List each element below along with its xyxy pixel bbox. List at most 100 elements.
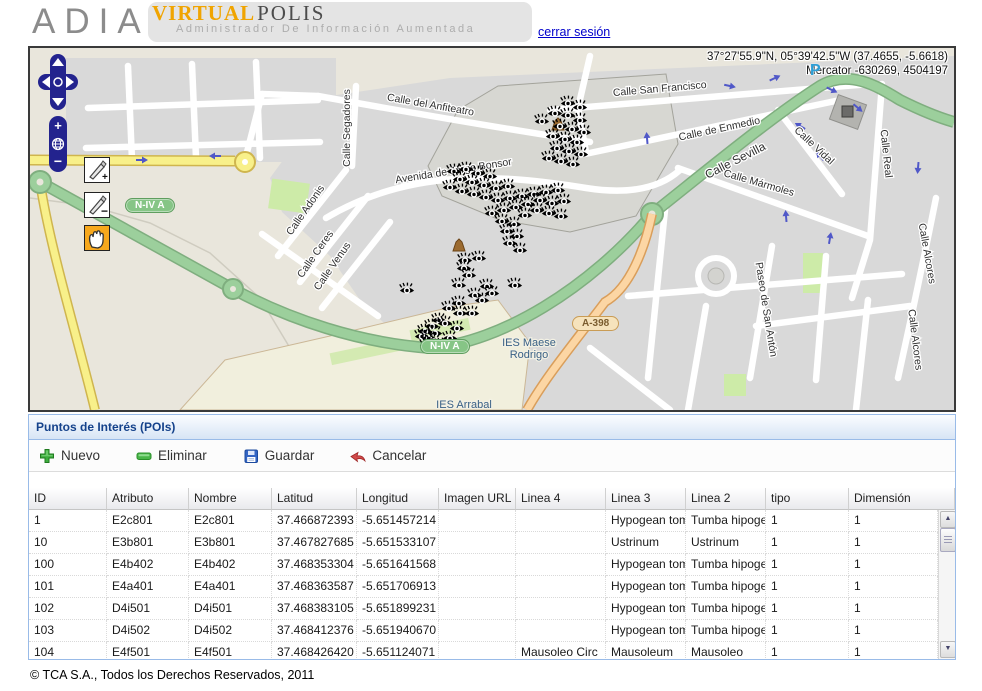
route-badge-niva: N-IV A: [125, 198, 175, 213]
draw-add-tool-button[interactable]: +: [84, 157, 110, 183]
table-cell: 1: [849, 510, 938, 532]
table-row[interactable]: 102D4i501D4i50137.468383105-5.651899231H…: [29, 598, 938, 620]
table-cell: 37.468383105: [272, 598, 357, 620]
table-cell: [516, 554, 606, 576]
table-row[interactable]: 1E2c801E2c80137.466872393-5.651457214Hyp…: [29, 510, 938, 532]
school-label-arrabal: IES Arrabal: [436, 399, 492, 410]
save-button[interactable]: Guardar: [243, 448, 315, 464]
pois-panel: Puntos de Interés (POIs) Nuevo Eliminar: [28, 414, 956, 660]
table-cell: 1: [766, 598, 849, 620]
panel-title: Puntos de Interés (POIs): [29, 415, 955, 440]
column-header-linea-2[interactable]: Linea 2: [686, 488, 766, 510]
table-cell: [516, 598, 606, 620]
cancel-button-label: Cancelar: [372, 448, 426, 463]
logout-link[interactable]: cerrar sesión: [538, 25, 610, 39]
new-button-label: Nuevo: [61, 448, 100, 463]
draw-remove-tool-button[interactable]: −: [84, 192, 110, 218]
zoom-bar[interactable]: + −: [49, 116, 67, 172]
pan-center-icon: [54, 78, 62, 86]
table-row[interactable]: 100E4b402E4b40237.468353304-5.651641568H…: [29, 554, 938, 576]
app-page: ADIA VIRTUALPOLIS Administrador De Infor…: [0, 0, 982, 691]
table-cell: 1: [766, 554, 849, 576]
table-cell: Hypogean tom: [606, 510, 686, 532]
svg-text:−: −: [101, 204, 108, 217]
table-cell: 101: [29, 576, 107, 598]
table-cell: Tumba hipoge: [686, 554, 766, 576]
undo-icon: [350, 448, 366, 464]
remove-icon: [136, 448, 152, 464]
table-cell: 1: [766, 576, 849, 598]
table-row[interactable]: 103D4i502D4i50237.468412376-5.651940670H…: [29, 620, 938, 642]
table-cell: 37.468353304: [272, 554, 357, 576]
column-header-longitud[interactable]: Longitud: [357, 488, 439, 510]
column-header-tipo[interactable]: tipo: [766, 488, 849, 510]
pencil-plus-icon: +: [85, 158, 109, 182]
map-viewport[interactable]: Calle del Anfiteatro Calle San Francisco…: [28, 46, 956, 412]
attraction-icon: [842, 106, 853, 117]
mouse-coordinates: 37°27'55.9"N, 05°39'42.5"W (37.4655, -5.…: [707, 50, 948, 78]
copyright-text: © TCA S.A., Todos los Derechos Reservado…: [30, 668, 314, 682]
table-cell: -5.651899231: [357, 598, 439, 620]
table-cell: 103: [29, 620, 107, 642]
app-logo: ADIA: [32, 0, 150, 44]
new-button[interactable]: Nuevo: [39, 448, 100, 464]
table-row[interactable]: 104E4f501E4f50137.468426420-5.651124071M…: [29, 642, 938, 659]
school-label-line1: IES Maese: [502, 337, 556, 349]
table-cell: E4f501: [189, 642, 272, 659]
table-cell: Tumba hipoge: [686, 620, 766, 642]
table-cell: 1: [29, 510, 107, 532]
table-cell: 1: [766, 510, 849, 532]
pan-hand-tool-button[interactable]: [84, 225, 110, 251]
table-cell: 1: [766, 620, 849, 642]
table-cell: -5.651706913: [357, 576, 439, 598]
coords-mercator: Mercator -630269, 4504197: [707, 64, 948, 78]
pencil-minus-icon: −: [85, 193, 109, 217]
table-cell: -5.651940670: [357, 620, 439, 642]
brand-banner: VIRTUALPOLIS Administrador De Informació…: [148, 2, 532, 42]
grid-vertical-scrollbar[interactable]: ▲ ▼: [938, 510, 955, 659]
column-header-nombre[interactable]: Nombre: [189, 488, 272, 510]
table-cell: 1: [766, 642, 849, 659]
column-header-id[interactable]: ID: [29, 488, 107, 510]
hand-icon: [85, 226, 109, 250]
table-cell: D4i501: [189, 598, 272, 620]
grid-rows: 1E2c801E2c80137.466872393-5.651457214Hyp…: [29, 510, 938, 659]
scroll-up-button[interactable]: ▲: [940, 511, 955, 528]
column-header-linea-3[interactable]: Linea 3: [606, 488, 686, 510]
column-header-imagen-url[interactable]: Imagen URL: [439, 488, 516, 510]
brand-polis: POLIS: [257, 1, 325, 25]
table-cell: -5.651641568: [357, 554, 439, 576]
table-row[interactable]: 10E3b801E3b80137.467827685-5.651533107Us…: [29, 532, 938, 554]
table-cell: [439, 576, 516, 598]
table-cell: D4i501: [107, 598, 189, 620]
table-cell: 104: [29, 642, 107, 659]
delete-button[interactable]: Eliminar: [136, 448, 207, 464]
table-cell: 37.467827685: [272, 532, 357, 554]
table-cell: 37.468363587: [272, 576, 357, 598]
cancel-button[interactable]: Cancelar: [350, 448, 426, 464]
pois-grid: IDAtributoNombreLatitudLongitudImagen UR…: [29, 488, 955, 659]
table-cell: D4i502: [189, 620, 272, 642]
table-row[interactable]: 101E4a401E4a40137.468363587-5.651706913H…: [29, 576, 938, 598]
zoom-in-button: +: [54, 118, 62, 133]
column-header-dimensión[interactable]: Dimensión: [849, 488, 955, 510]
column-header-atributo[interactable]: Atributo: [107, 488, 189, 510]
table-cell: 37.468426420: [272, 642, 357, 659]
table-cell: E4b402: [107, 554, 189, 576]
delete-button-label: Eliminar: [158, 448, 207, 463]
table-cell: [439, 554, 516, 576]
scroll-thumb[interactable]: [940, 528, 955, 552]
pan-control[interactable]: [38, 54, 78, 110]
table-cell: Mausoleum: [606, 642, 686, 659]
parking-icon: P: [810, 62, 821, 80]
table-cell: Ustrinum: [686, 532, 766, 554]
table-cell: Tumba hipoge: [686, 510, 766, 532]
table-cell: 100: [29, 554, 107, 576]
column-header-latitud[interactable]: Latitud: [272, 488, 357, 510]
table-cell: E4a401: [107, 576, 189, 598]
table-cell: Ustrinum: [606, 532, 686, 554]
table-cell: 37.468412376: [272, 620, 357, 642]
column-header-linea-4[interactable]: Linea 4: [516, 488, 606, 510]
scroll-down-button[interactable]: ▼: [940, 641, 955, 658]
table-cell: [439, 510, 516, 532]
